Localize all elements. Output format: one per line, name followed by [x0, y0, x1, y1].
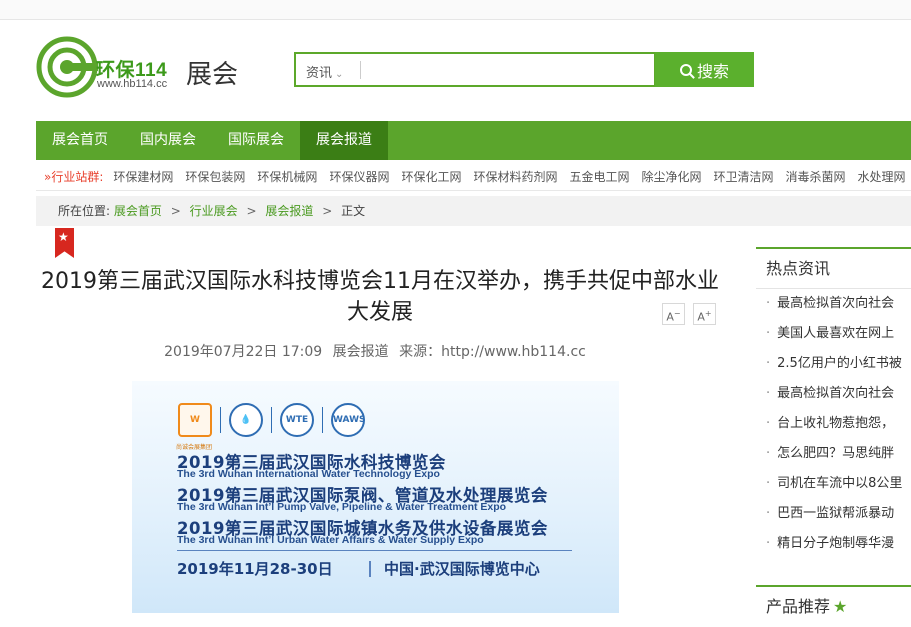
search-category-label: 资讯 [306, 66, 333, 81]
hot-news-link[interactable]: 精日分子炮制辱华漫 [777, 536, 894, 551]
industry-link[interactable]: 水处理网 [858, 168, 906, 185]
search-icon [679, 63, 692, 76]
hot-news-title: 热点资讯 [756, 249, 911, 289]
breadcrumb-current: 正文 [341, 204, 366, 218]
star-icon: ★ [833, 597, 848, 616]
font-decrease-label: A [666, 310, 674, 324]
main-nav: 展会首页 国内展会 国际展会 展会报道 [36, 121, 911, 160]
breadcrumb-item[interactable]: 展会首页 [114, 204, 162, 218]
expo-banner-image: W 💧 WTE WAWS 尚诚会展集团 2019第三届武汉国际水科技博览会 Th… [132, 381, 619, 613]
product-recommend-title: 产品推荐 [766, 597, 831, 616]
list-item[interactable]: · 台上收礼物惹抱怨， [756, 409, 911, 439]
logo-divider [322, 407, 323, 433]
list-item[interactable]: · 美国人最喜欢在网上 [756, 319, 911, 349]
banner-divider [177, 550, 572, 551]
breadcrumb-separator: > [322, 204, 333, 218]
breadcrumb-prefix: 所在位置: [58, 204, 111, 218]
industry-link[interactable]: 五金电工网 [569, 168, 629, 185]
logo-divider [220, 407, 221, 433]
list-item[interactable]: · 最高检拟首次向社会 [756, 289, 911, 319]
hot-news-link[interactable]: 最高检拟首次向社会 [777, 386, 894, 401]
list-item[interactable]: · 精日分子炮制辱华漫 [756, 529, 911, 559]
search-category-select[interactable]: 资讯 ⌄ [306, 62, 343, 81]
hot-news-link[interactable]: 最高检拟首次向社会 [777, 296, 894, 311]
breadcrumb-separator: > [246, 204, 257, 218]
hot-news-link[interactable]: 美国人最喜欢在网上 [777, 326, 894, 341]
browser-top-strip [0, 0, 911, 20]
industry-link[interactable]: 环保化工网 [401, 168, 461, 185]
list-item[interactable]: · 最高检拟首次向社会 [756, 379, 911, 409]
banner-date-divider [369, 561, 371, 577]
industry-label: »行业站群: [44, 170, 104, 184]
logo-divider [271, 407, 272, 433]
hot-news-link[interactable]: 司机在车流中以8公里 [777, 476, 902, 491]
article-source: 来源：http://www.hb114.cc [399, 344, 586, 360]
hot-news-link[interactable]: 怎么肥四？马思纯胖 [777, 446, 894, 461]
industry-link[interactable]: 消毒杀菌网 [786, 168, 846, 185]
star-icon: ★ [58, 230, 69, 244]
hot-news-link[interactable]: 巴西一监狱帮派暴动 [777, 506, 894, 521]
search-box: 资讯 ⌄ [294, 52, 656, 87]
product-recommend-panel: 产品推荐 ★ [756, 585, 911, 627]
industry-link[interactable]: 环卫清洁网 [714, 168, 774, 185]
banner-title-en: The 3rd Wuhan Int’l Pump Valve, Pipeline… [177, 501, 507, 513]
product-recommend-header: 产品推荐 ★ [756, 587, 911, 627]
nav-item-home[interactable]: 展会首页 [36, 121, 124, 160]
industry-link[interactable]: 环保建材网 [113, 168, 173, 185]
font-increase-button[interactable]: A+ [693, 303, 716, 325]
list-item[interactable]: · 司机在车流中以8公里 [756, 469, 911, 499]
list-item[interactable]: · 怎么肥四？马思纯胖 [756, 439, 911, 469]
hb114-logo-icon[interactable] [36, 36, 98, 98]
search-divider [360, 61, 361, 79]
banner-date: 2019年11月28-30日 [177, 560, 333, 578]
font-decrease-button[interactable]: A− [662, 303, 685, 325]
hot-news-link[interactable]: 2.5亿用户的小红书被 [777, 356, 902, 371]
breadcrumb-item[interactable]: 行业展会 [190, 204, 238, 218]
industry-link[interactable]: 环保仪器网 [329, 168, 389, 185]
breadcrumb-separator: > [170, 204, 181, 218]
hot-news-panel: 热点资讯 · 最高检拟首次向社会 · 美国人最喜欢在网上 · 2.5亿用户的小红书被 … [756, 247, 911, 574]
nav-item-reports[interactable]: 展会报道 [300, 121, 388, 160]
chevron-down-icon: ⌄ [335, 69, 344, 80]
hot-news-list: · 最高检拟首次向社会 · 美国人最喜欢在网上 · 2.5亿用户的小红书被 · 最高检拟… [756, 289, 911, 559]
banner-logo-row: W 💧 WTE WAWS [178, 403, 366, 437]
water-drop-logo-icon: 💧 [229, 403, 263, 437]
search-input[interactable] [366, 59, 646, 81]
hot-news-link[interactable]: 台上收礼物惹抱怨， [777, 416, 894, 431]
list-item[interactable]: · 巴西一监狱帮派暴动 [756, 499, 911, 529]
search-button[interactable]: 搜索 [655, 52, 754, 87]
logo-url[interactable]: www.hb114.cc [97, 78, 167, 90]
banner-title-en: The 3rd Wuhan Int’l Urban Water Affairs … [177, 534, 484, 546]
industry-link[interactable]: 环保机械网 [257, 168, 317, 185]
banner-title-en: The 3rd Wuhan International Water Techno… [177, 468, 440, 480]
article-title: 2019第三届武汉国际水科技博览会11月在汉举办，携手共促中部水业大发展 [41, 269, 719, 325]
nav-item-international[interactable]: 国际展会 [212, 121, 300, 160]
article-meta: 2019年07月22日 17:09 展会报道 来源：http://www.hb1… [40, 341, 710, 361]
site-section-label: 展会 [186, 60, 239, 90]
list-item[interactable]: · 2.5亿用户的小红书被 [756, 349, 911, 379]
breadcrumb: 所在位置: 展会首页 > 行业展会 > 展会报道 > 正文 [36, 196, 911, 226]
wte-logo-icon: WTE [280, 403, 314, 437]
font-increase-label: A [697, 310, 705, 324]
nav-item-domestic[interactable]: 国内展会 [124, 121, 212, 160]
article-category[interactable]: 展会报道 [333, 344, 389, 360]
organizer-logo-icon: W [178, 403, 212, 437]
industry-link[interactable]: 除尘净化网 [642, 168, 702, 185]
industry-link[interactable]: 环保包装网 [185, 168, 245, 185]
article-date: 2019年07月22日 17:09 [164, 344, 323, 360]
industry-link[interactable]: 环保材料药剂网 [473, 168, 557, 185]
search-button-label: 搜索 [696, 63, 729, 81]
banner-venue: 中国·武汉国际博览中心 [384, 560, 540, 578]
breadcrumb-item[interactable]: 展会报道 [265, 204, 313, 218]
industry-links-bar: »行业站群: 环保建材网 环保包装网 环保机械网 环保仪器网 环保化工网 环保材… [36, 163, 911, 191]
waws-logo-icon: WAWS [331, 403, 366, 437]
